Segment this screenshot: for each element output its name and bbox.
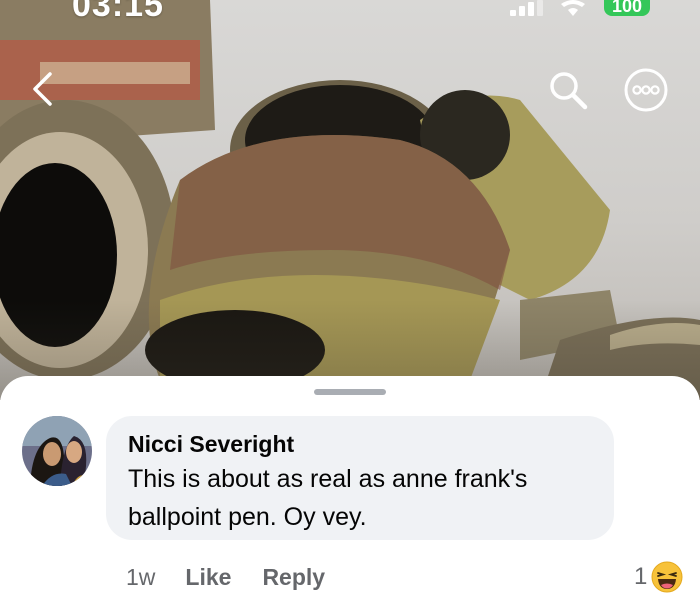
chevron-left-icon [33,72,52,106]
commenter-avatar[interactable] [22,416,92,486]
avatar-illustration [22,416,92,486]
comment-author-name[interactable]: Nicci Severight [128,430,592,458]
ellipsis-circle-icon [624,68,668,112]
battery-indicator: 100 [604,0,650,16]
comments-sheet[interactable]: Nicci Severight This is about as real as… [0,376,700,607]
cellular-signal-icon [510,0,543,16]
sheet-grabber-handle[interactable] [314,389,386,395]
comment-timestamp[interactable]: 1w [126,564,155,591]
search-button[interactable] [544,66,592,114]
comment-actions: 1w Like Reply [126,562,356,592]
reaction-count: 1 [634,563,648,590]
reaction-summary[interactable]: 1 [634,560,683,594]
wifi-icon [561,0,585,16]
like-button[interactable]: Like [185,564,231,591]
status-time: 03:15 [72,0,164,24]
comment-text: This is about as real as anne frank's ba… [128,460,592,536]
back-button[interactable] [22,66,62,112]
more-options-button[interactable] [622,66,670,114]
comment-text-line-2: ballpoint pen. Oy vey. [128,503,367,531]
comment-text-line-1: This is about as real as anne frank's [128,465,528,493]
reply-button[interactable]: Reply [262,564,325,591]
magnifier-icon [550,72,588,110]
comment-bubble[interactable]: Nicci Severight This is about as real as… [106,416,614,540]
haha-emoji-icon [651,561,683,593]
post-photo[interactable] [0,0,700,400]
